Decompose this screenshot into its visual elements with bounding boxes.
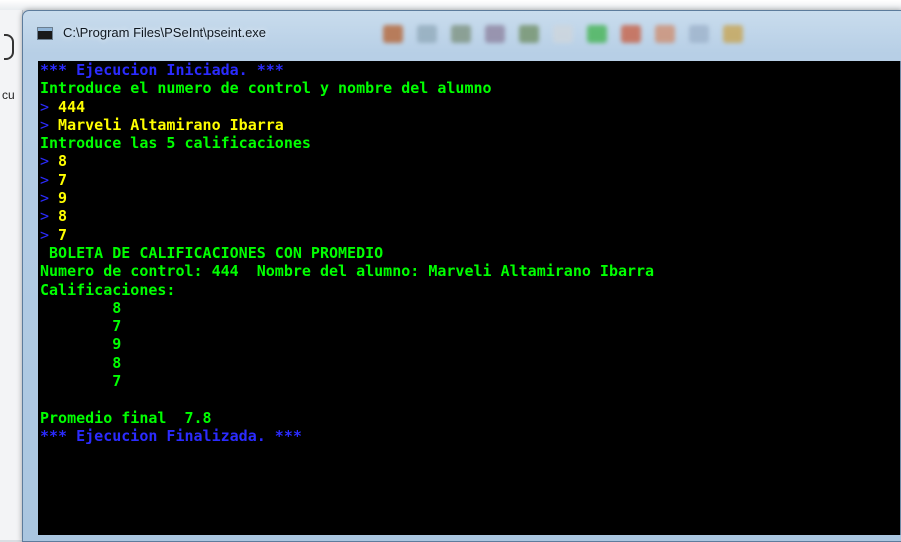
console-prompt-symbol: > (40, 225, 50, 244)
console-output-text: 8 (40, 353, 122, 372)
console-line-input: > 7 (40, 171, 654, 189)
background-left-label: cu (2, 88, 15, 102)
console-prompt-symbol: > (40, 97, 50, 116)
console-input-text: 7 (49, 170, 68, 189)
console-line-input: > 8 (40, 207, 654, 225)
console-line-output: Promedio final 7.8 (40, 409, 654, 427)
window-title: C:\Program Files\PSeInt\pseint.exe (63, 25, 267, 40)
background-left-panel: cu (0, 10, 23, 540)
console-status-text: *** Ejecucion Finalizada. *** (40, 426, 302, 445)
console-line-output: Introduce las 5 calificaciones (40, 134, 654, 152)
console-line-output: Numero de control: 444 Nombre del alumno… (40, 262, 654, 280)
console-output-area[interactable]: *** Ejecucion Iniciada. *** Introduce el … (38, 61, 901, 535)
console-line-input: > 8 (40, 152, 654, 170)
console-output-text: 7 (40, 372, 122, 391)
console-output-text: 9 (40, 335, 122, 354)
console-line-status: *** Ejecucion Finalizada. *** (40, 427, 654, 445)
console-input-text: 7 (49, 225, 68, 244)
console-output-text: BOLETA DE CALIFICACIONES CON PROMEDIO (40, 243, 384, 262)
console-input-text: Marveli Altamirano Ibarra (49, 115, 284, 134)
blurred-background-toolbar (383, 23, 863, 45)
console-line-output: Calificaciones: (40, 281, 654, 299)
console-prompt-symbol: > (40, 189, 50, 208)
console-line-output: 7 (40, 317, 654, 335)
console-prompt-symbol: > (40, 207, 50, 226)
console-line-output: Introduce el numero de control y nombre … (40, 79, 654, 97)
console-line-input: > 444 (40, 98, 654, 116)
console-output-text: 7 (40, 317, 122, 336)
console-line-output: BOLETA DE CALIFICACIONES CON PROMEDIO (40, 244, 654, 262)
console-prompt-symbol: > (40, 115, 50, 134)
console-line-output (40, 390, 654, 408)
console-output-text: 8 (40, 298, 122, 317)
console-output-text: Promedio final 7.8 (40, 408, 212, 427)
console-status-text: *** Ejecucion Iniciada. *** (40, 61, 284, 79)
console-input-text: 9 (49, 189, 68, 208)
console-window[interactable]: C:\Program Files\PSeInt\pseint.exe *** E… (22, 10, 901, 542)
console-input-text: 444 (49, 97, 86, 116)
console-output-text: Numero de control: 444 Nombre del alumno… (40, 262, 655, 281)
console-text: *** Ejecucion Iniciada. *** Introduce el … (40, 61, 654, 445)
console-line-output: 8 (40, 354, 654, 372)
console-prompt-symbol: > (40, 170, 50, 189)
console-input-text: 8 (49, 207, 68, 226)
console-line-input: > Marveli Altamirano Ibarra (40, 116, 654, 134)
console-line-input: > 7 (40, 226, 654, 244)
background-bracket-shape (4, 34, 14, 60)
console-line-status: *** Ejecucion Iniciada. *** (40, 61, 654, 79)
console-line-output: 7 (40, 372, 654, 390)
background-top-strip (0, 0, 901, 10)
window-titlebar[interactable]: C:\Program Files\PSeInt\pseint.exe (23, 11, 901, 51)
console-output-text: Introduce las 5 calificaciones (40, 134, 311, 153)
console-output-text: Introduce el numero de control y nombre … (40, 79, 492, 98)
console-app-icon[interactable] (37, 27, 53, 40)
console-line-output: 8 (40, 299, 654, 317)
console-line-input: > 9 (40, 189, 654, 207)
console-input-text: 8 (49, 152, 68, 171)
console-output-text: Calificaciones: (40, 280, 176, 299)
console-prompt-symbol: > (40, 152, 50, 171)
console-line-output: 9 (40, 335, 654, 353)
